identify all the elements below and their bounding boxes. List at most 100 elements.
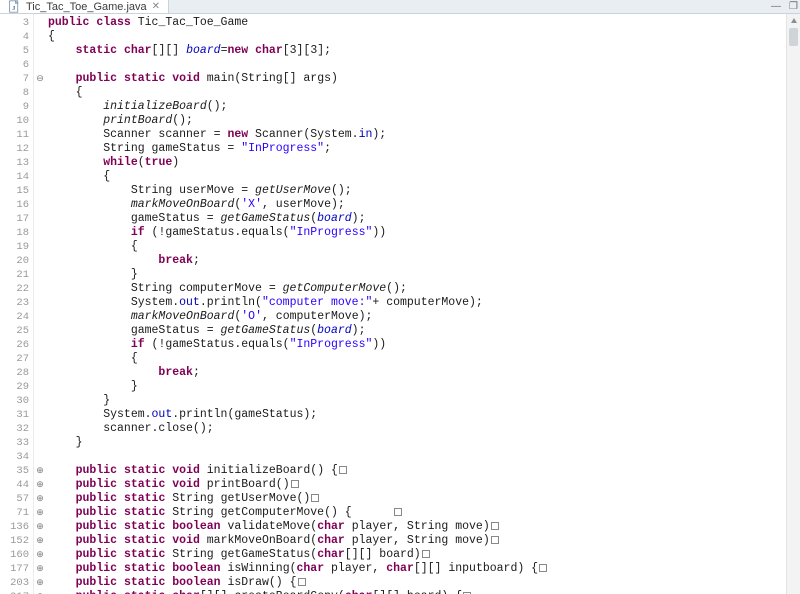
- folded-code-icon[interactable]: [491, 536, 499, 544]
- code-line[interactable]: markMoveOnBoard('X', userMove);: [48, 198, 794, 212]
- code-line[interactable]: public static boolean validateMove(char …: [48, 520, 794, 534]
- fold-expand-icon[interactable]: ⊕: [34, 562, 46, 576]
- minimize-button[interactable]: —: [771, 1, 781, 12]
- code-line[interactable]: public static void markMoveOnBoard(char …: [48, 534, 794, 548]
- fold-expand-icon[interactable]: ⊕: [34, 506, 46, 520]
- code-line[interactable]: public static String getGameStatus(char[…: [48, 548, 794, 562]
- vertical-scrollbar[interactable]: [786, 14, 800, 594]
- code-line[interactable]: gameStatus = getGameStatus(board);: [48, 212, 794, 226]
- scroll-up-icon[interactable]: [789, 16, 799, 26]
- fold-gutter: ⊖⊕⊕⊕⊕⊕⊕⊕⊕⊕⊕: [34, 14, 46, 594]
- folded-code-icon[interactable]: [339, 466, 347, 474]
- code-line[interactable]: public static char[][] createBoardCopy(c…: [48, 590, 794, 594]
- line-number: 6: [0, 58, 29, 72]
- code-line[interactable]: String userMove = getUserMove();: [48, 184, 794, 198]
- line-number: 29: [0, 380, 29, 394]
- line-number: 160: [0, 548, 29, 562]
- fold-blank: [34, 352, 46, 366]
- code-line[interactable]: initializeBoard();: [48, 100, 794, 114]
- fold-expand-icon[interactable]: ⊕: [34, 590, 46, 594]
- code-area[interactable]: public class Tic_Tac_Toe_Game{ static ch…: [46, 14, 800, 594]
- fold-blank: [34, 268, 46, 282]
- fold-collapse-icon[interactable]: ⊖: [34, 72, 46, 86]
- fold-blank: [34, 128, 46, 142]
- code-line[interactable]: public static String getComputerMove() {: [48, 506, 794, 520]
- line-number: 10: [0, 114, 29, 128]
- code-line[interactable]: scanner.close();: [48, 422, 794, 436]
- code-line[interactable]: String gameStatus = "InProgress";: [48, 142, 794, 156]
- code-line[interactable]: {: [48, 240, 794, 254]
- code-line[interactable]: gameStatus = getGameStatus(board);: [48, 324, 794, 338]
- fold-expand-icon[interactable]: ⊕: [34, 548, 46, 562]
- fold-expand-icon[interactable]: ⊕: [34, 520, 46, 534]
- folded-code-icon[interactable]: [422, 550, 430, 558]
- line-number: 7: [0, 72, 29, 86]
- code-line[interactable]: String computerMove = getComputerMove();: [48, 282, 794, 296]
- fold-expand-icon[interactable]: ⊕: [34, 534, 46, 548]
- code-line[interactable]: [48, 450, 794, 464]
- scrollbar-thumb[interactable]: [789, 28, 798, 46]
- code-line[interactable]: break;: [48, 254, 794, 268]
- code-line[interactable]: }: [48, 394, 794, 408]
- folded-code-icon[interactable]: [291, 480, 299, 488]
- line-number: 24: [0, 310, 29, 324]
- code-line[interactable]: markMoveOnBoard('O', computerMove);: [48, 310, 794, 324]
- fold-blank: [34, 58, 46, 72]
- line-number: 19: [0, 240, 29, 254]
- code-line[interactable]: }: [48, 436, 794, 450]
- line-number-gutter: 3456789101112131415161718192021222324252…: [0, 14, 34, 594]
- code-line[interactable]: public static void initializeBoard() {: [48, 464, 794, 478]
- code-line[interactable]: if (!gameStatus.equals("InProgress")): [48, 226, 794, 240]
- folded-code-icon[interactable]: [539, 564, 547, 572]
- fold-expand-icon[interactable]: ⊕: [34, 492, 46, 506]
- code-line[interactable]: public static boolean isDraw() {: [48, 576, 794, 590]
- code-line[interactable]: {: [48, 86, 794, 100]
- file-tab[interactable]: J Tic_Tac_Toe_Game.java ✕: [0, 0, 169, 13]
- code-line[interactable]: {: [48, 352, 794, 366]
- code-line[interactable]: }: [48, 380, 794, 394]
- code-line[interactable]: public static String getUserMove(): [48, 492, 794, 506]
- folded-code-icon[interactable]: [311, 494, 319, 502]
- fold-expand-icon[interactable]: ⊕: [34, 464, 46, 478]
- folded-code-icon[interactable]: [298, 578, 306, 586]
- fold-expand-icon[interactable]: ⊕: [34, 576, 46, 590]
- code-line[interactable]: public static boolean isWinning(char pla…: [48, 562, 794, 576]
- fold-blank: [34, 240, 46, 254]
- fold-blank: [34, 114, 46, 128]
- code-line[interactable]: System.out.println("computer move:"+ com…: [48, 296, 794, 310]
- line-number: 14: [0, 170, 29, 184]
- restore-button[interactable]: ❐: [789, 1, 798, 12]
- code-line[interactable]: [48, 58, 794, 72]
- code-line[interactable]: {: [48, 170, 794, 184]
- line-number: 35: [0, 464, 29, 478]
- tab-label: Tic_Tac_Toe_Game.java: [26, 1, 147, 13]
- code-line[interactable]: }: [48, 268, 794, 282]
- fold-blank: [34, 366, 46, 380]
- code-line[interactable]: System.out.println(gameStatus);: [48, 408, 794, 422]
- code-line[interactable]: public class Tic_Tac_Toe_Game: [48, 16, 794, 30]
- code-line[interactable]: {: [48, 30, 794, 44]
- code-line[interactable]: printBoard();: [48, 114, 794, 128]
- fold-blank: [34, 212, 46, 226]
- code-line[interactable]: Scanner scanner = new Scanner(System.in)…: [48, 128, 794, 142]
- fold-blank: [34, 170, 46, 184]
- code-line[interactable]: public static void printBoard(): [48, 478, 794, 492]
- line-number: 9: [0, 100, 29, 114]
- line-number: 217: [0, 590, 29, 594]
- folded-code-icon[interactable]: [491, 522, 499, 530]
- line-number: 30: [0, 394, 29, 408]
- code-line[interactable]: break;: [48, 366, 794, 380]
- fold-blank: [34, 16, 46, 30]
- code-editor[interactable]: 3456789101112131415161718192021222324252…: [0, 14, 800, 594]
- code-line[interactable]: if (!gameStatus.equals("InProgress")): [48, 338, 794, 352]
- fold-expand-icon[interactable]: ⊕: [34, 478, 46, 492]
- line-number: 18: [0, 226, 29, 240]
- close-tab-icon[interactable]: ✕: [152, 1, 160, 12]
- code-line[interactable]: public static void main(String[] args): [48, 72, 794, 86]
- fold-blank: [34, 156, 46, 170]
- fold-blank: [34, 282, 46, 296]
- folded-code-icon[interactable]: [394, 508, 402, 516]
- line-number: 15: [0, 184, 29, 198]
- code-line[interactable]: static char[][] board=new char[3][3];: [48, 44, 794, 58]
- code-line[interactable]: while(true): [48, 156, 794, 170]
